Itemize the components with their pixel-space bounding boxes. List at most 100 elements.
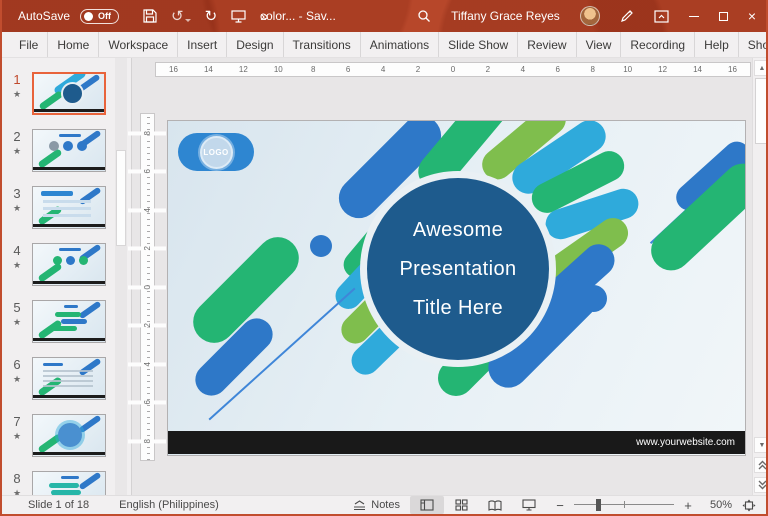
slide-number: 3 <box>13 186 21 201</box>
slide-number: 7 <box>13 414 21 429</box>
slide-thumbnail-item[interactable]: 2 ★ <box>2 129 131 172</box>
ribbon-tab[interactable]: File <box>10 32 49 57</box>
ruler-number: 6 <box>128 400 167 405</box>
slide-number: 8 <box>13 471 21 486</box>
slide-thumbnail-item[interactable]: 8 ★ <box>2 471 131 495</box>
slide-thumbnail-item[interactable]: 5 ★ <box>2 300 131 343</box>
thumb-green-capsule <box>37 433 63 454</box>
dot-blue-right[interactable] <box>580 285 607 312</box>
ruler-number: 4 <box>128 207 167 213</box>
logo-placeholder[interactable]: LOGO <box>178 133 254 171</box>
user-avatar[interactable] <box>570 0 610 32</box>
ribbon-tab[interactable]: Home <box>48 32 100 57</box>
slide-indicator[interactable]: Slide 1 of 18 <box>28 499 89 511</box>
thumb-blue-capsule <box>78 358 102 377</box>
vertical-ruler[interactable]: 8 6 4 2 0 2 4 6 8 <box>128 113 167 461</box>
ribbon-tabs: File Home Workspace Insert Design Transitions… <box>2 32 766 57</box>
autosave-toggle[interactable]: Off <box>80 8 120 24</box>
slide-editing-surface[interactable]: Awesome Presentation Title Here LOGO www.y… <box>168 121 745 455</box>
undo-dropdown-icon[interactable] <box>184 18 191 22</box>
ribbon-tab[interactable]: Recording <box>621 32 696 57</box>
website-url: www.yourwebsite.com <box>636 437 735 448</box>
slide-thumbnail-panel: 1 ★ 2 ★ 3 ★ 4 ★ 5 ★ 6 ★ 7 ★ 8 ★ <box>2 58 132 495</box>
ribbon-tab[interactable]: Review <box>518 32 577 57</box>
slide-thumbnail-item[interactable]: 7 ★ <box>2 414 131 457</box>
ruler-number: 8 <box>295 63 331 76</box>
ribbon-tab[interactable]: Help <box>695 32 739 57</box>
zoom-level[interactable]: 50% <box>702 499 736 511</box>
maximize-button[interactable] <box>709 0 738 32</box>
title-circle[interactable]: Awesome Presentation Title Here <box>367 178 549 360</box>
slide-sorter-view-button[interactable] <box>444 496 478 514</box>
search-button[interactable] <box>407 0 441 32</box>
autosave-label: AutoSave <box>18 9 71 23</box>
thumb-footer-bar <box>33 281 105 284</box>
ribbon-tab[interactable]: ShortcutTo <box>739 32 766 57</box>
save-button[interactable] <box>143 9 157 23</box>
horizontal-ruler[interactable]: 16 14 12 10 8 6 4 2 0 2 4 6 8 10 12 14 16 <box>155 62 751 77</box>
ribbon-display-options-button[interactable] <box>644 0 679 32</box>
zoom-slider[interactable] <box>574 496 674 514</box>
animation-star-icon: ★ <box>12 260 22 270</box>
ruler-number: 0 <box>128 284 167 290</box>
zoom-control: − + <box>546 496 702 514</box>
ruler-number: 6 <box>540 63 576 76</box>
start-slideshow-button[interactable] <box>231 9 246 23</box>
next-slide-button[interactable] <box>754 477 766 493</box>
website-bar[interactable]: www.yourwebsite.com <box>168 431 745 454</box>
ruler-number: 10 <box>610 63 646 76</box>
main-area: 1 ★ 2 ★ 3 ★ 4 ★ 5 ★ 6 ★ 7 ★ 8 ★ 16 14 12… <box>2 58 766 495</box>
close-button[interactable]: × <box>738 0 766 32</box>
slide-thumbnail-item[interactable]: 6 ★ <box>2 357 131 400</box>
slide-thumbnail-item[interactable]: 3 ★ <box>2 186 131 229</box>
zoom-slider-knob[interactable] <box>596 499 601 511</box>
ribbon-tab[interactable]: View <box>577 32 622 57</box>
user-name[interactable]: Tiffany Grace Reyes <box>441 0 570 32</box>
slide-thumbnail[interactable] <box>32 300 106 343</box>
minimize-button[interactable] <box>679 0 709 32</box>
slide-thumbnail-item[interactable]: 4 ★ <box>2 243 131 286</box>
ribbon-tab[interactable]: Transitions <box>284 32 361 57</box>
logo-circle: LOGO <box>199 135 233 169</box>
ribbon-tab[interactable]: Slide Show <box>439 32 519 57</box>
zoom-in-button[interactable]: + <box>682 498 694 513</box>
editing-mode-button[interactable] <box>610 0 644 32</box>
ruler-number: 8 <box>575 63 611 76</box>
scroll-down-button[interactable]: ▼ <box>754 437 766 453</box>
thumb-blue-capsule <box>77 74 101 93</box>
language-indicator[interactable]: English (Philippines) <box>119 499 219 511</box>
ribbon-tab[interactable]: Workspace <box>99 32 179 57</box>
thumbnail-scrollbar[interactable] <box>115 58 127 495</box>
dot-blue-left[interactable] <box>310 235 332 257</box>
undo-button[interactable]: ↺ <box>171 9 191 24</box>
normal-view-button[interactable] <box>410 496 444 514</box>
slideshow-view-button[interactable] <box>512 496 546 514</box>
slide-thumbnail[interactable] <box>32 243 106 286</box>
thumbnail-scrollbar-thumb[interactable] <box>116 150 126 246</box>
slide-thumbnail[interactable] <box>32 186 106 229</box>
slide-title-line: Title Here <box>413 296 503 319</box>
redo-button[interactable]: ↻ <box>205 9 218 24</box>
thumb-blue-capsule <box>78 187 102 206</box>
scrollbar-thumb[interactable] <box>755 78 766 144</box>
maximize-icon <box>718 11 728 21</box>
slide-thumbnail[interactable] <box>32 72 106 115</box>
previous-slide-button[interactable] <box>754 457 766 473</box>
slide-thumbnail[interactable] <box>32 471 106 495</box>
fit-slide-to-window-button[interactable] <box>736 499 762 512</box>
ribbon-tab[interactable]: Animations <box>361 32 440 57</box>
zoom-out-button[interactable]: − <box>554 498 566 513</box>
vertical-scrollbar[interactable]: ▲ ▼ <box>752 58 766 495</box>
slide-thumbnail[interactable] <box>32 129 106 172</box>
slide-thumbnail-item[interactable]: 1 ★ <box>2 72 131 115</box>
notes-button[interactable]: Notes <box>343 496 410 515</box>
ruler-number: 14 <box>680 63 715 76</box>
reading-view-button[interactable] <box>478 496 512 514</box>
ribbon-tab[interactable]: Design <box>227 32 284 57</box>
slide-thumbnail[interactable] <box>32 414 106 457</box>
scroll-up-button[interactable]: ▲ <box>754 60 766 76</box>
ribbon-tab[interactable]: Insert <box>178 32 228 57</box>
slide-title-line: Presentation <box>399 257 517 280</box>
slide-thumbnail[interactable] <box>32 357 106 400</box>
ruler-number: 4 <box>505 63 541 76</box>
